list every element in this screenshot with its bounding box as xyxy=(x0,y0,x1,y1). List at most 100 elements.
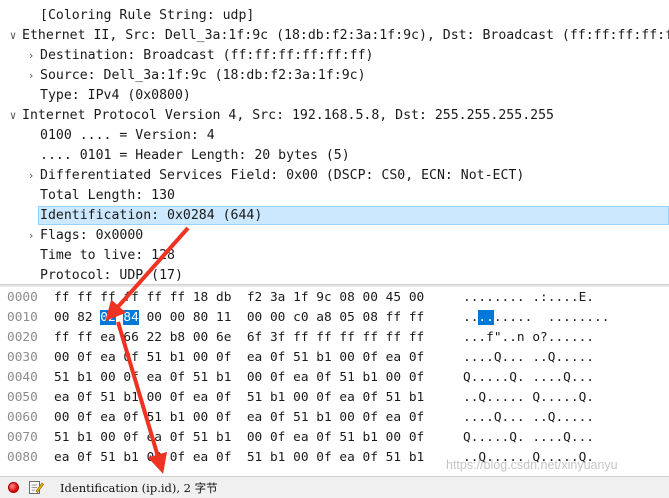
hex-byte[interactable]: c0 xyxy=(293,310,308,325)
hex-byte[interactable]: 51 xyxy=(193,370,208,385)
hex-byte[interactable]: 00 xyxy=(147,450,162,465)
hex-byte[interactable]: 00 xyxy=(147,390,162,405)
hex-byte[interactable]: ff xyxy=(54,290,69,305)
hex-bytes[interactable]: ea 0f 51 b1 00 0f ea 0f 51 b1 00 0f ea 0… xyxy=(54,388,424,408)
hex-row[interactable]: 0010 00 82 02 84 00 00 80 11 00 00 c0 a8 … xyxy=(0,308,669,328)
hex-byte[interactable]: ff xyxy=(123,290,138,305)
hex-byte[interactable]: 51 xyxy=(247,390,262,405)
hex-byte[interactable]: 51 xyxy=(54,430,69,445)
hex-byte[interactable]: 00 xyxy=(193,330,208,345)
hex-byte[interactable]: 45 xyxy=(386,290,401,305)
hex-byte[interactable]: 0f xyxy=(270,350,285,365)
hex-byte[interactable]: 00 xyxy=(54,310,69,325)
hex-byte[interactable]: 00 xyxy=(339,410,354,425)
hex-byte[interactable]: 22 xyxy=(147,330,162,345)
hex-byte[interactable]: 1f xyxy=(293,290,308,305)
hex-ascii[interactable]: ..Q..... Q.....Q. xyxy=(463,388,594,408)
hex-byte[interactable]: 3a xyxy=(270,290,285,305)
hex-byte[interactable]: ea xyxy=(247,350,262,365)
hex-byte[interactable]: ea xyxy=(293,370,308,385)
tree-row[interactable]: [Coloring Rule String: udp] xyxy=(0,6,669,26)
hex-byte[interactable]: 00 xyxy=(193,350,208,365)
tree-row[interactable]: Protocol: UDP (17) xyxy=(0,266,669,284)
hex-ascii[interactable]: ....Q... ..Q..... xyxy=(463,408,594,428)
hex-byte[interactable]: a8 xyxy=(316,310,331,325)
hex-byte[interactable]: 00 xyxy=(386,430,401,445)
tree-expand-icon[interactable]: › xyxy=(24,226,38,246)
hex-byte[interactable]: 0f xyxy=(123,350,138,365)
tree-row[interactable]: › Differentiated Services Field: 0x00 (DS… xyxy=(0,166,669,186)
hex-byte[interactable]: ea xyxy=(147,430,162,445)
hex-byte[interactable]: ff xyxy=(170,290,185,305)
hex-row[interactable]: 0020 ff ff ea 66 22 b8 00 6e 6f 3f ff ff … xyxy=(0,328,669,348)
tree-row[interactable]: › Flags: 0x0000 xyxy=(0,226,669,246)
edit-capture-comment-icon[interactable] xyxy=(28,479,44,495)
hex-byte[interactable]: 00 xyxy=(363,290,378,305)
hex-byte[interactable]: 51 xyxy=(193,430,208,445)
hex-byte[interactable]: 0f xyxy=(77,450,92,465)
hex-byte[interactable]: b1 xyxy=(123,390,138,405)
hex-byte[interactable]: 66 xyxy=(123,330,138,345)
hex-byte[interactable]: b1 xyxy=(409,390,424,405)
hex-bytes[interactable]: 00 82 02 84 00 00 80 11 00 00 c0 a8 05 0… xyxy=(54,308,424,328)
hex-byte[interactable]: 84 xyxy=(123,310,139,325)
hex-byte[interactable]: 00 xyxy=(147,310,162,325)
hex-row[interactable]: 0070 51 b1 00 0f ea 0f 51 b1 00 0f ea 0f … xyxy=(0,428,669,448)
hex-byte[interactable]: b1 xyxy=(216,430,231,445)
hex-bytes[interactable]: 00 0f ea 0f 51 b1 00 0f ea 0f 51 b1 00 0… xyxy=(54,348,424,368)
hex-bytes[interactable]: 51 b1 00 0f ea 0f 51 b1 00 0f ea 0f 51 b… xyxy=(54,368,424,388)
hex-byte[interactable]: 02 xyxy=(100,310,116,325)
tree-row[interactable]: Total Length: 130 xyxy=(0,186,669,206)
hex-byte[interactable]: 82 xyxy=(77,310,92,325)
hex-byte[interactable]: b1 xyxy=(270,390,285,405)
hex-byte[interactable]: 11 xyxy=(216,310,231,325)
hex-byte[interactable]: 00 xyxy=(339,350,354,365)
hex-byte[interactable]: ea xyxy=(247,410,262,425)
hex-byte[interactable]: b1 xyxy=(170,350,185,365)
hex-row[interactable]: 0050 ea 0f 51 b1 00 0f ea 0f 51 b1 00 0f … xyxy=(0,388,669,408)
hex-byte[interactable]: b1 xyxy=(77,370,92,385)
tree-expand-icon[interactable]: › xyxy=(24,46,38,66)
tree-row[interactable]: .... 0101 = Header Length: 20 bytes (5) xyxy=(0,146,669,166)
hex-byte[interactable]: 00 xyxy=(409,290,424,305)
hex-byte[interactable]: 51 xyxy=(147,350,162,365)
hex-bytes[interactable]: 51 b1 00 0f ea 0f 51 b1 00 0f ea 0f 51 b… xyxy=(54,428,424,448)
hex-byte[interactable]: ea xyxy=(293,430,308,445)
hex-byte[interactable]: 51 xyxy=(339,430,354,445)
hex-byte[interactable]: ea xyxy=(339,450,354,465)
hex-row[interactable]: 0000 ff ff ff ff ff ff 18 db f2 3a 1f 9c … xyxy=(0,288,669,308)
hex-byte[interactable]: 00 xyxy=(386,370,401,385)
hex-byte[interactable]: 0f xyxy=(363,450,378,465)
hex-byte[interactable]: ea xyxy=(54,450,69,465)
hex-bytes[interactable]: 00 0f ea 0f 51 b1 00 0f ea 0f 51 b1 00 0… xyxy=(54,408,424,428)
hex-row[interactable]: 0030 00 0f ea 0f 51 b1 00 0f ea 0f 51 b1 … xyxy=(0,348,669,368)
hex-byte[interactable]: ff xyxy=(54,330,69,345)
hex-byte[interactable]: 0f xyxy=(409,430,424,445)
hex-byte[interactable]: ff xyxy=(77,290,92,305)
hex-byte[interactable]: 0f xyxy=(270,430,285,445)
hex-byte[interactable]: 0f xyxy=(123,430,138,445)
hex-byte[interactable]: 51 xyxy=(54,370,69,385)
hex-byte[interactable]: ea xyxy=(100,330,115,345)
hex-byte[interactable]: ea xyxy=(193,450,208,465)
hex-byte[interactable]: 08 xyxy=(363,310,378,325)
tree-row-selected[interactable]: Identification: 0x0284 (644) xyxy=(0,206,669,226)
hex-byte[interactable]: 00 xyxy=(54,350,69,365)
hex-byte[interactable]: ea xyxy=(386,410,401,425)
hex-byte[interactable]: 6e xyxy=(216,330,231,345)
tree-collapse-icon[interactable]: ∨ xyxy=(6,26,20,46)
tree-row[interactable]: ∨ Internet Protocol Version 4, Src: 192.1… xyxy=(0,106,669,126)
hex-byte[interactable]: 0f xyxy=(77,390,92,405)
hex-byte[interactable]: 00 xyxy=(54,410,69,425)
hex-byte[interactable]: ff xyxy=(339,330,354,345)
hex-byte[interactable]: ea xyxy=(100,350,115,365)
hex-byte[interactable]: ff xyxy=(147,290,162,305)
hex-byte[interactable]: b1 xyxy=(170,410,185,425)
hex-byte[interactable]: db xyxy=(216,290,231,305)
hex-byte[interactable]: 00 xyxy=(270,310,285,325)
hex-byte[interactable]: 0f xyxy=(216,410,231,425)
hex-byte[interactable]: ff xyxy=(77,330,92,345)
hex-byte[interactable]: ff xyxy=(100,290,115,305)
hex-byte[interactable]: 51 xyxy=(147,410,162,425)
hex-byte[interactable]: b1 xyxy=(77,430,92,445)
